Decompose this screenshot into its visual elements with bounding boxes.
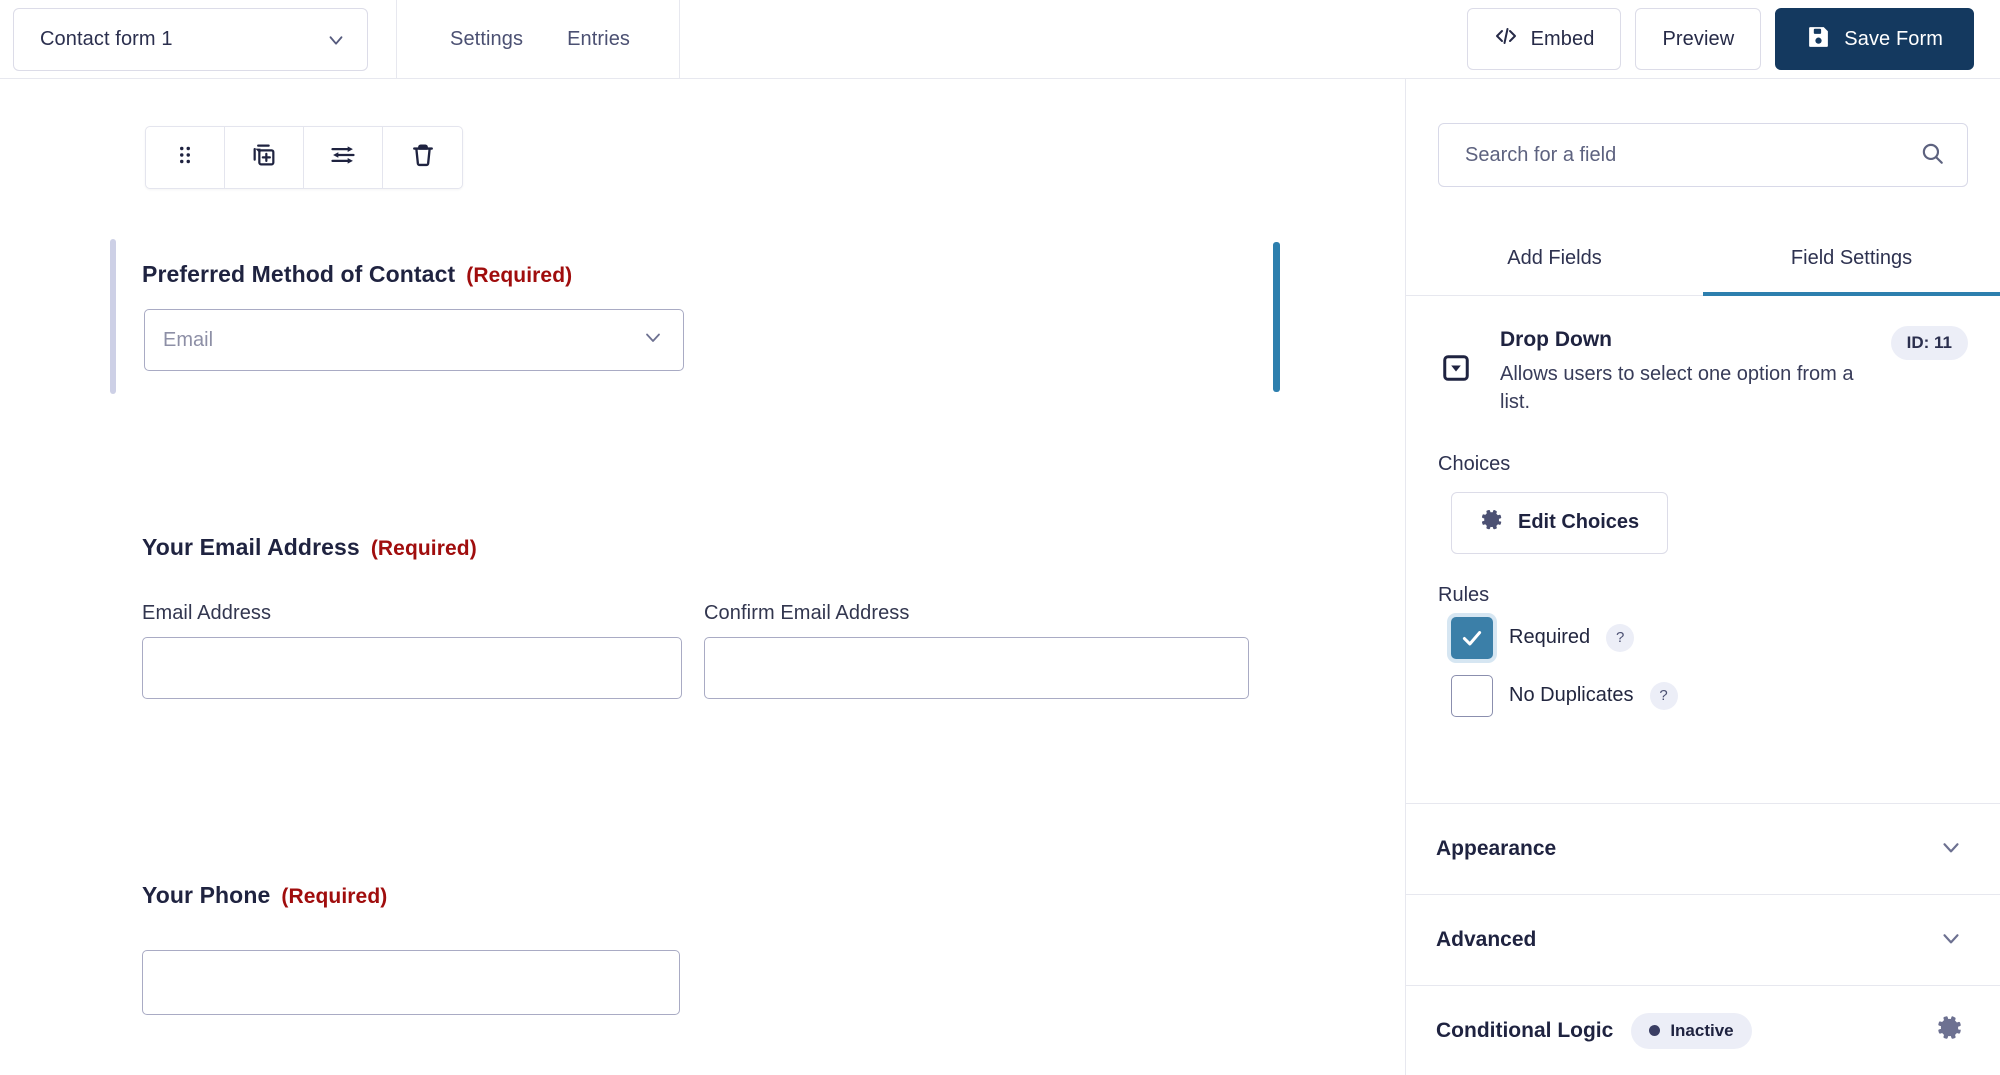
required-checkbox-label: Required (1509, 626, 1591, 649)
save-form-button-label: Save Form (1844, 27, 1943, 50)
drag-handle-icon (172, 142, 198, 173)
duplicate-icon (250, 141, 278, 174)
app-header: Contact form 1 Settings Entries Embed Pr… (0, 0, 2000, 79)
field-move-button[interactable] (146, 127, 225, 188)
gear-icon (1480, 508, 1504, 538)
preview-button-label: Preview (1662, 27, 1735, 50)
accordion-advanced[interactable]: Advanced (1406, 894, 2000, 985)
sidebar-tabs: Add Fields Field Settings (1406, 231, 2000, 296)
form-field-your-email-address[interactable]: Your Email Address (Required) Email Addr… (142, 534, 1282, 699)
form-selector-label: Contact form 1 (40, 28, 173, 50)
form-field-preferred-method[interactable]: Preferred Method of Contact (Required) E… (110, 239, 1280, 394)
subfield-label-confirm-email-address: Confirm Email Address (704, 602, 910, 624)
subfield-confirm-email-address: Confirm Email Address (704, 602, 1249, 699)
floppy-disk-icon (1806, 24, 1831, 55)
field-label-text: Your Phone (142, 882, 271, 908)
preview-button[interactable]: Preview (1635, 8, 1762, 70)
status-badge: Inactive (1631, 1012, 1752, 1049)
field-label-text: Your Email Address (142, 534, 360, 560)
nav-tab-settings[interactable]: Settings (450, 28, 523, 51)
field-duplicate-button[interactable] (225, 127, 304, 188)
trash-icon (409, 141, 437, 174)
edit-choices-label: Edit Choices (1518, 511, 1640, 534)
selected-field-info: Drop Down Allows users to select one opt… (1406, 296, 2000, 417)
dropdown-preferred-method[interactable]: Email (144, 309, 684, 371)
chevron-down-icon (1938, 925, 1964, 956)
status-dot-icon (1649, 1025, 1661, 1036)
choices-section-label: Choices (1438, 452, 1511, 475)
subfield-email-address: Email Address (142, 602, 682, 699)
field-delete-button[interactable] (383, 127, 462, 188)
field-selection-bar-right (1273, 242, 1280, 392)
confirm-email-address-input[interactable] (704, 637, 1249, 699)
edit-choices-button[interactable]: Edit Choices (1451, 491, 1669, 554)
field-toolbar (145, 126, 463, 189)
subfield-label-email-address: Email Address (142, 602, 272, 624)
search-icon[interactable] (1919, 140, 1945, 171)
header-nav-tabs: Settings Entries (396, 0, 684, 79)
field-settings-button[interactable] (304, 127, 383, 188)
rules-section: Rules Required ? No Duplicates ? (1406, 584, 2000, 717)
required-indicator: (Required) (466, 264, 573, 287)
phone-input[interactable] (142, 950, 680, 1015)
gear-icon[interactable] (1936, 1014, 1964, 1047)
header-divider-right (679, 0, 680, 79)
code-brackets-icon (1494, 24, 1518, 54)
required-help-icon[interactable]: ? (1606, 623, 1635, 652)
no-duplicates-checkbox-label: No Duplicates (1509, 684, 1634, 707)
status-badge-label: Inactive (1670, 1020, 1734, 1040)
no-duplicates-checkbox[interactable] (1451, 674, 1493, 717)
chevron-down-icon (641, 325, 665, 355)
choices-section: Choices Edit Choices (1406, 453, 2000, 554)
no-duplicates-help-icon[interactable]: ? (1649, 681, 1678, 710)
required-indicator: (Required) (370, 537, 477, 560)
embed-button[interactable]: Embed (1466, 8, 1622, 70)
save-form-button[interactable]: Save Form (1775, 8, 1974, 70)
accordion-advanced-title: Advanced (1436, 928, 1537, 951)
rules-list: Required ? No Duplicates ? (1451, 616, 1968, 717)
header-actions: Embed Preview Save Form (1466, 8, 1974, 70)
conditional-logic-row[interactable]: Conditional Logic Inactive (1406, 985, 2000, 1075)
dropdown-box-icon (1438, 328, 1478, 417)
field-label-your-email-address: Your Email Address (Required) (142, 534, 1282, 561)
rule-row-required: Required ? (1451, 616, 1968, 659)
field-selection-bar-left (110, 239, 116, 394)
email-address-input[interactable] (142, 637, 682, 699)
search-input[interactable] (1465, 143, 1919, 167)
sidebar-accordions: Appearance Advanced Conditional Logic In… (1406, 803, 2000, 1075)
field-search-box[interactable] (1438, 123, 1968, 187)
field-info-title: Drop Down (1500, 328, 1612, 351)
field-info-description: Allows users to select one option from a… (1500, 363, 1854, 414)
field-settings-sidebar: Add Fields Field Settings Drop Down Allo… (1405, 79, 2000, 1075)
field-label-text: Preferred Method of Contact (142, 261, 456, 287)
dropdown-selected-value: Email (163, 328, 214, 351)
tab-field-settings[interactable]: Field Settings (1703, 231, 2000, 296)
required-checkbox[interactable] (1451, 616, 1493, 659)
conditional-logic-title: Conditional Logic (1436, 1018, 1614, 1042)
accordion-appearance-title: Appearance (1436, 837, 1557, 860)
nav-tab-entries[interactable]: Entries (567, 28, 630, 51)
sliders-icon (329, 141, 357, 174)
required-indicator: (Required) (281, 885, 388, 908)
form-field-your-phone[interactable]: Your Phone (Required) (142, 882, 702, 1015)
rule-row-no-duplicates: No Duplicates ? (1451, 674, 1968, 717)
form-selector[interactable]: Contact form 1 (13, 8, 368, 71)
field-id-badge: ID: 11 (1890, 326, 1968, 360)
chevron-down-icon (1938, 834, 1964, 865)
accordion-appearance[interactable]: Appearance (1406, 803, 2000, 894)
chevron-down-icon (325, 29, 347, 51)
field-label-preferred-method: Preferred Method of Contact (Required) (142, 261, 572, 288)
form-canvas: Preferred Method of Contact (Required) E… (0, 79, 1405, 1075)
embed-button-label: Embed (1530, 27, 1595, 50)
field-label-your-phone: Your Phone (Required) (142, 882, 702, 909)
tab-add-fields[interactable]: Add Fields (1406, 231, 1703, 296)
email-subfields-row: Email Address Confirm Email Address (142, 602, 1282, 699)
rules-section-label: Rules (1438, 583, 1490, 606)
